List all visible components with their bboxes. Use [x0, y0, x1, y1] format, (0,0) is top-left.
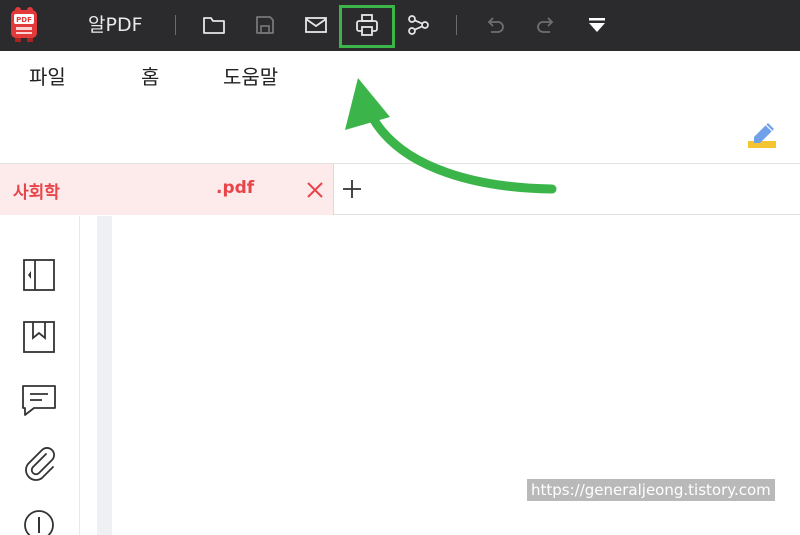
comment-icon[interactable]	[20, 381, 58, 419]
bookmark-icon[interactable]	[20, 318, 58, 356]
watermark-url: https://generaljeong.tistory.com	[527, 479, 775, 501]
undo-icon[interactable]	[480, 10, 510, 40]
toolbar-separator	[456, 15, 457, 35]
highlighter-icon[interactable]	[744, 113, 780, 153]
menu-home[interactable]: 홈	[141, 64, 159, 90]
more-dropdown-icon[interactable]	[582, 10, 612, 40]
page-scroll-strip[interactable]	[97, 216, 112, 535]
save-icon[interactable]	[250, 10, 280, 40]
toolbar-separator	[175, 15, 176, 35]
left-sidebar	[0, 216, 80, 535]
share-icon[interactable]	[403, 10, 433, 40]
mail-icon[interactable]	[301, 10, 331, 40]
tab-extension: .pdf	[216, 178, 255, 198]
tab-title: 사회학	[13, 183, 60, 203]
sidebar-divider	[79, 216, 80, 535]
thumbnail-panel-icon[interactable]	[20, 256, 58, 294]
close-icon[interactable]	[303, 178, 327, 202]
menu-file[interactable]: 파일	[29, 64, 66, 90]
menu-help[interactable]: 도움말	[223, 64, 278, 90]
info-icon[interactable]	[20, 506, 58, 535]
print-highlight-box	[339, 5, 395, 48]
open-folder-icon[interactable]	[199, 10, 229, 40]
app-title: 알PDF	[88, 14, 143, 36]
annotation-arrow	[330, 60, 560, 200]
app-logo-icon: PDF	[9, 6, 39, 44]
redo-icon[interactable]	[531, 10, 561, 40]
title-bar: PDF 알PDF	[0, 0, 800, 51]
attachment-icon[interactable]	[20, 444, 58, 482]
document-tab[interactable]: 사회학 .pdf	[0, 164, 334, 215]
svg-text:PDF: PDF	[16, 16, 32, 24]
